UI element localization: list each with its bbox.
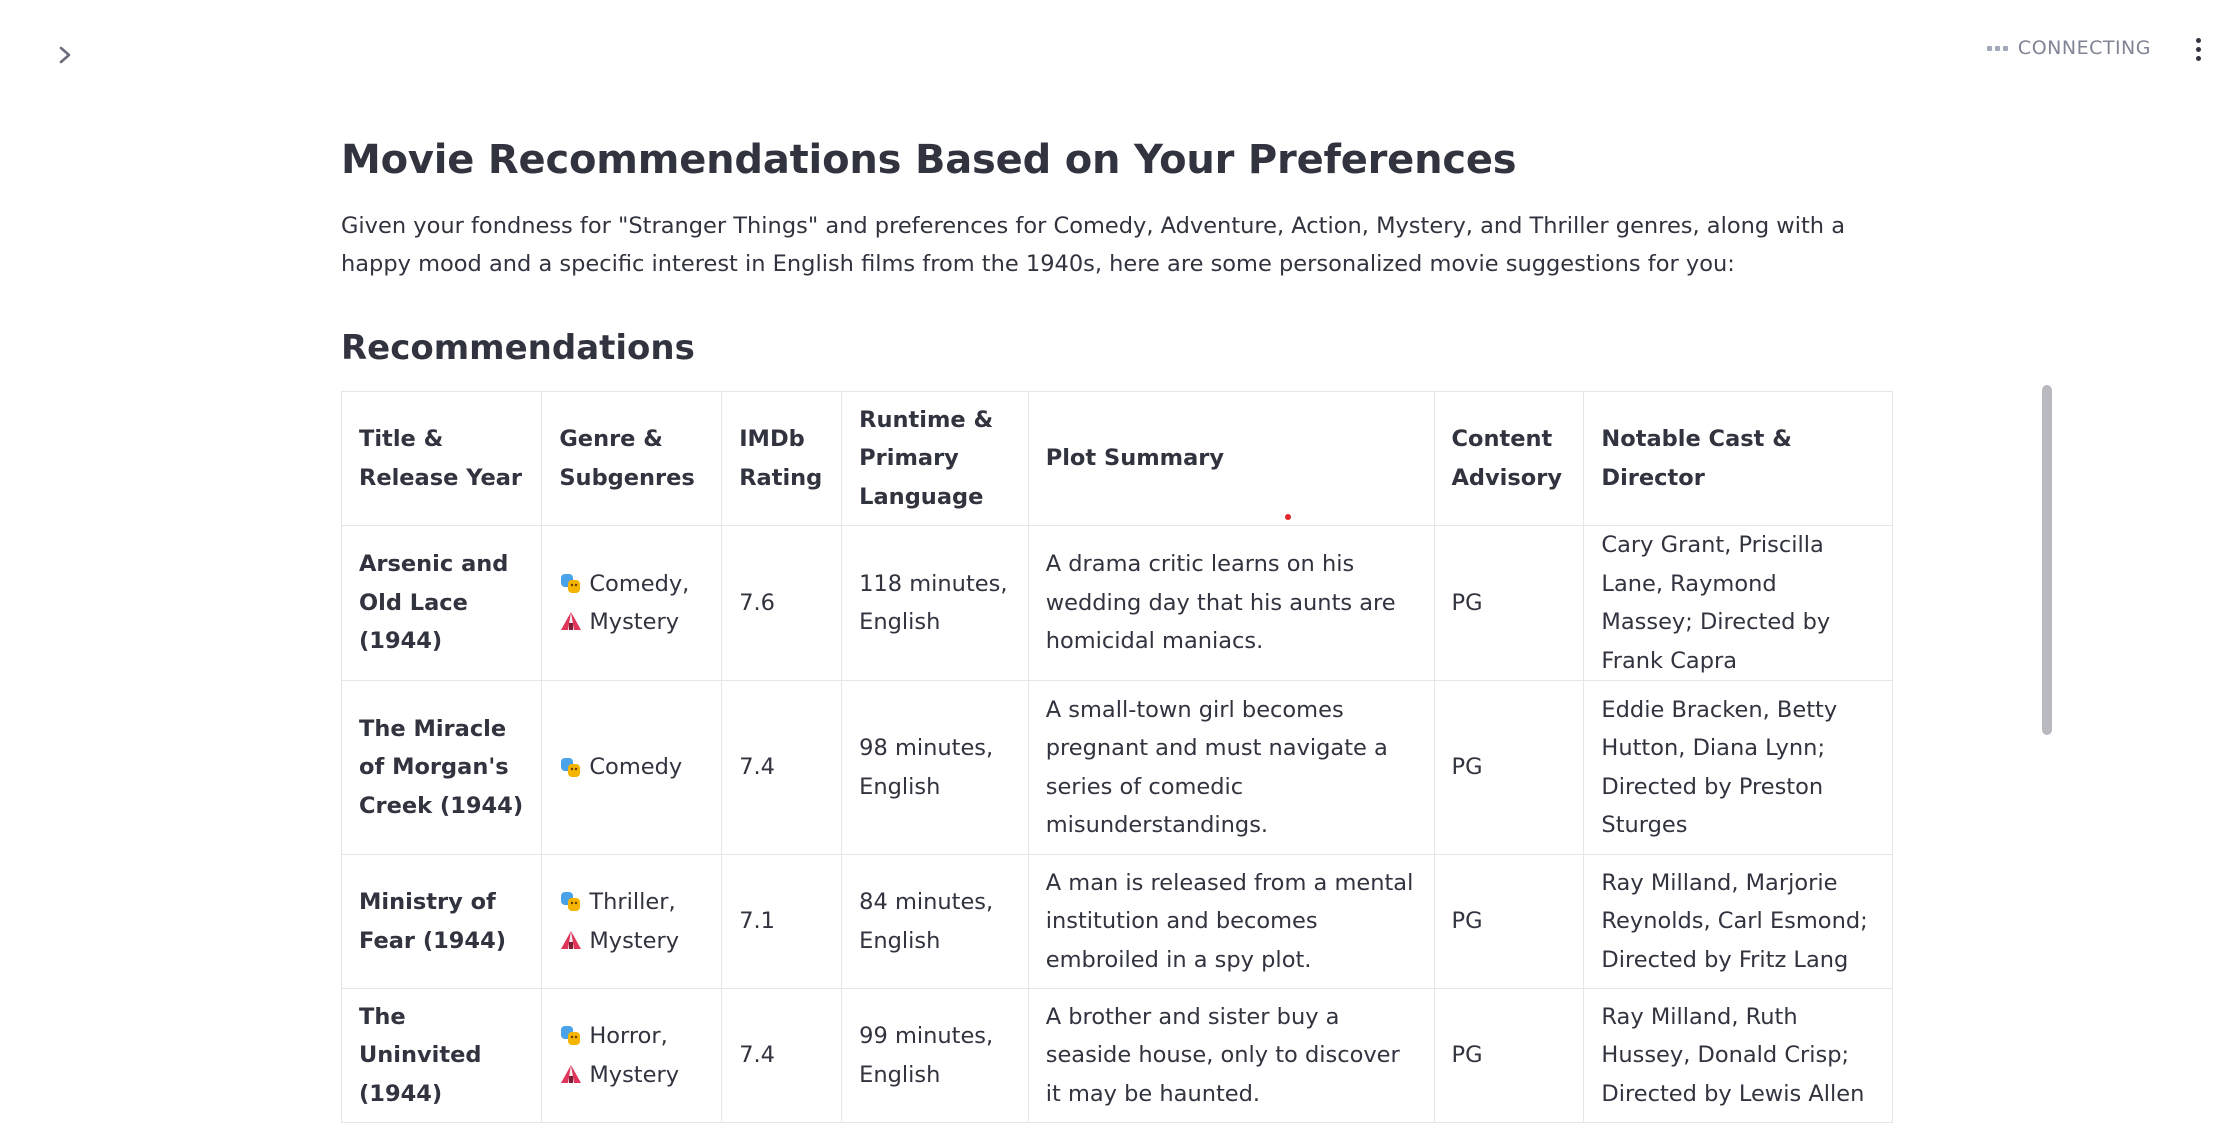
cell-title: The Miracle of Morgan's Creek (1944): [340, 680, 543, 855]
column-header-plot: Plot Summary: [1027, 391, 1435, 526]
cell-advisory: PG: [1433, 680, 1585, 855]
scrollbar-thumb[interactable]: [2042, 385, 2052, 735]
cell-runtime: 98 minutes, English: [841, 680, 1029, 855]
cell-cast: Cary Grant, Priscilla Lane, Raymond Mass…: [1583, 525, 1893, 681]
cell-title: The Uninvited (1944): [340, 988, 543, 1123]
column-header-rating: IMDb Rating: [721, 391, 843, 526]
cell-runtime: 118 minutes, English: [841, 525, 1029, 681]
performing-arts-masks-icon: [561, 1026, 581, 1046]
genre-label: Comedy: [589, 754, 683, 781]
cell-runtime: 99 minutes, English: [841, 988, 1029, 1123]
recommendations-table: Title & Release Year Genre & Subgenres I…: [340, 391, 1893, 1123]
performing-arts-masks-icon: [561, 892, 581, 912]
cell-rating: 7.4: [721, 680, 843, 855]
cell-title: Ministry of Fear (1944): [340, 854, 543, 989]
circus-tent-icon: [561, 612, 582, 631]
table-header-row: Title & Release Year Genre & Subgenres I…: [340, 391, 1893, 526]
cell-advisory: PG: [1433, 988, 1585, 1123]
cell-genre: Thriller, Mystery: [541, 854, 723, 989]
cell-title: Arsenic and Old Lace (1944): [340, 525, 543, 681]
cell-plot: A small-town girl becomes pregnant and m…: [1027, 680, 1435, 855]
cell-rating: 7.1: [721, 854, 843, 989]
performing-arts-masks-icon: [561, 757, 581, 777]
column-header-genre: Genre & Subgenres: [541, 391, 723, 526]
circus-tent-icon: [561, 1064, 582, 1083]
cell-cast: Ray Milland, Ruth Hussey, Donald Crisp; …: [1583, 988, 1893, 1123]
cell-advisory: PG: [1433, 525, 1585, 681]
cell-rating: 7.6: [721, 525, 843, 681]
table-row: The Uninvited (1944) Horror, Mystery 7.4…: [340, 988, 1893, 1123]
connection-status-text: CONNECTING: [2017, 37, 2151, 59]
sidebar-expand-button[interactable]: [50, 40, 80, 70]
performing-arts-masks-icon: [561, 573, 581, 593]
genre-label: Horror,: [589, 1023, 668, 1049]
table-row: Ministry of Fear (1944) Thriller, Myster…: [340, 854, 1893, 989]
genre-label: Thriller,: [589, 889, 676, 915]
page-title: Movie Recommendations Based on Your Pref…: [341, 137, 1517, 183]
genre-label: Mystery: [589, 927, 680, 954]
column-header-advisory: Content Advisory: [1433, 391, 1585, 526]
cell-plot: A man is released from a mental institut…: [1027, 854, 1435, 989]
cell-rating: 7.4: [721, 988, 843, 1123]
column-header-cast: Notable Cast & Director: [1583, 391, 1893, 526]
main-content: Movie Recommendations Based on Your Pref…: [340, 135, 1893, 1123]
intro-paragraph: Given your fondness for "Stranger Things…: [341, 213, 1845, 277]
chevron-right-icon: [59, 46, 71, 64]
cell-plot: A drama critic learns on his wedding day…: [1027, 525, 1435, 681]
column-header-runtime: Runtime & Primary Language: [841, 391, 1029, 526]
cell-genre: Comedy, Mystery: [541, 525, 723, 681]
ellipsis-icon: [1986, 45, 2008, 51]
cell-advisory: PG: [1433, 854, 1585, 989]
column-header-title: Title & Release Year: [340, 391, 543, 526]
cursor-indicator: [1285, 514, 1291, 520]
section-title: Recommendations: [341, 328, 695, 368]
main-menu-button[interactable]: [2185, 34, 2211, 64]
cell-runtime: 84 minutes, English: [841, 854, 1029, 989]
cell-cast: Ray Milland, Marjorie Reynolds, Carl Esm…: [1583, 854, 1893, 989]
genre-label: Mystery: [589, 609, 680, 635]
vertical-dots-icon: [2195, 37, 2201, 43]
vertical-scrollbar[interactable]: [2042, 385, 2052, 735]
table-row: Arsenic and Old Lace (1944) Comedy, Myst…: [340, 525, 1893, 681]
table-row: The Miracle of Morgan's Creek (1944) Com…: [340, 680, 1893, 855]
cell-genre: Comedy: [541, 680, 723, 855]
cell-cast: Eddie Bracken, Betty Hutton, Diana Lynn;…: [1583, 680, 1893, 855]
connection-status: CONNECTING: [1986, 37, 2151, 59]
genre-label: Mystery: [589, 1061, 680, 1088]
cell-genre: Horror, Mystery: [541, 988, 723, 1123]
circus-tent-icon: [561, 930, 582, 949]
genre-label: Comedy,: [589, 570, 690, 597]
cell-plot: A brother and sister buy a seaside house…: [1027, 988, 1435, 1123]
